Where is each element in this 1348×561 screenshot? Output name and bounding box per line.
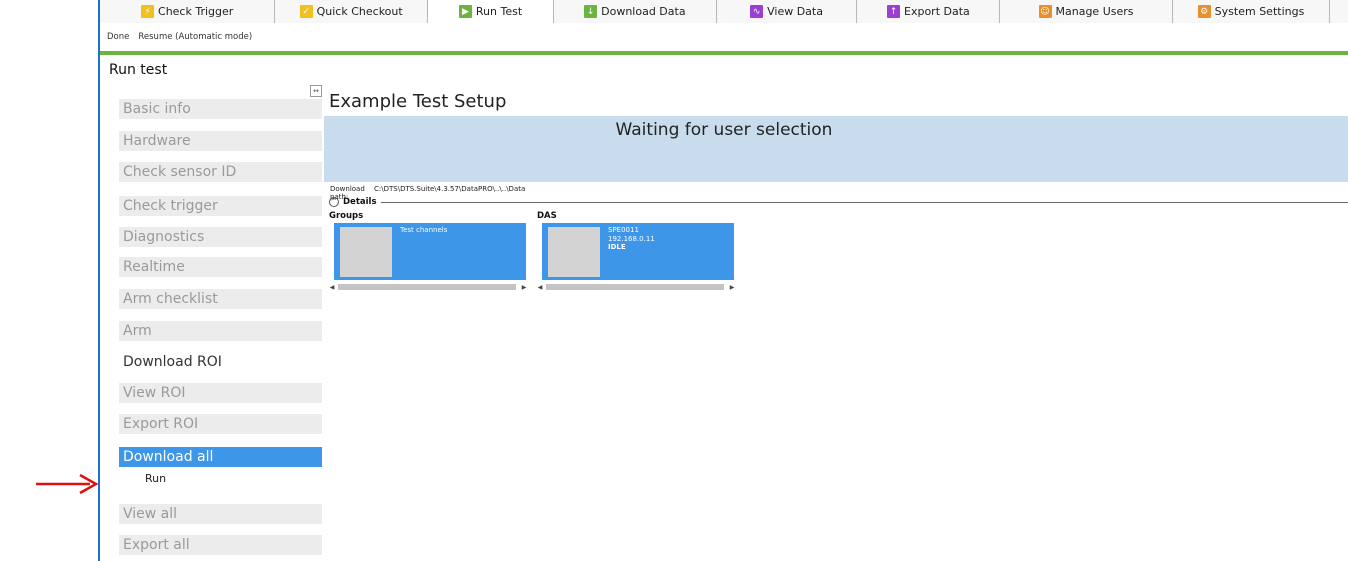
step-hardware[interactable]: Hardware xyxy=(119,131,322,151)
command-strip: Done Resume (Automatic mode) xyxy=(100,23,1348,51)
status-message: Waiting for user selection xyxy=(615,120,833,140)
scroll-track xyxy=(336,283,520,291)
annotation-arrow-icon xyxy=(36,473,99,495)
step-arm-checklist[interactable]: Arm checklist xyxy=(119,289,322,309)
checkout-icon: ✓ xyxy=(299,5,313,18)
settings-icon: ⚙ xyxy=(1197,5,1211,18)
step-realtime[interactable]: Realtime xyxy=(119,257,322,277)
tab-check-trigger[interactable]: ⚡ Check Trigger xyxy=(100,0,276,23)
group-card[interactable]: Test channels xyxy=(334,223,526,280)
scroll-left-icon[interactable]: ◀ xyxy=(328,284,336,291)
app-window: ⚡ Check Trigger ✓ Quick Checkout ▶ Run T… xyxy=(98,0,1348,561)
tab-run-test[interactable]: ▶ Run Test xyxy=(428,0,555,23)
tab-label: Run Test xyxy=(475,5,523,18)
collapse-details-icon[interactable]: ^ xyxy=(329,197,339,207)
tab-overflow[interactable] xyxy=(1330,0,1348,23)
das-serial: SPE0011 xyxy=(608,226,639,234)
download-icon: ↓ xyxy=(584,5,598,18)
group-name: Test channels xyxy=(400,226,448,234)
test-setup-title: Example Test Setup xyxy=(329,91,507,112)
step-download-all[interactable]: Download all xyxy=(119,447,322,467)
tab-view-data[interactable]: ∿ View Data xyxy=(716,0,858,23)
tab-manage-users[interactable]: ☺ Manage Users xyxy=(1000,0,1173,23)
step-download-roi[interactable]: Download ROI xyxy=(119,352,322,372)
users-icon: ☺ xyxy=(1038,5,1052,18)
das-status: IDLE xyxy=(608,243,626,251)
resume-button[interactable]: Resume (Automatic mode) xyxy=(138,32,252,42)
page-title: Run test xyxy=(109,62,168,78)
scroll-right-icon[interactable]: ▶ xyxy=(728,284,736,291)
status-panel: Waiting for user selection xyxy=(324,116,1348,182)
details-header: ^ Details xyxy=(329,196,377,208)
tab-label: Quick Checkout xyxy=(316,5,403,18)
tab-label: Check Trigger xyxy=(158,5,234,18)
tab-label: System Settings xyxy=(1214,5,1305,18)
download-path-value: C:\DTS\DTS.Suite\4.3.57\DataPRO\..\..\Da… xyxy=(374,185,526,193)
done-button[interactable]: Done xyxy=(107,32,129,42)
collapse-panel-button[interactable]: ↔ xyxy=(310,85,322,97)
step-view-roi[interactable]: View ROI xyxy=(119,383,322,403)
tab-quick-checkout[interactable]: ✓ Quick Checkout xyxy=(275,0,428,23)
run-test-icon: ▶ xyxy=(458,5,472,18)
tab-bar: ⚡ Check Trigger ✓ Quick Checkout ▶ Run T… xyxy=(100,0,1348,23)
groups-scrollbar[interactable]: ◀ ▶ xyxy=(328,283,528,291)
trigger-icon: ⚡ xyxy=(141,5,155,18)
tab-export-data[interactable]: ↑ Export Data xyxy=(857,0,1001,23)
groups-label: Groups xyxy=(329,211,364,221)
step-arm[interactable]: Arm xyxy=(119,321,322,341)
details-label: Details xyxy=(343,197,377,207)
step-diagnostics[interactable]: Diagnostics xyxy=(119,227,322,247)
tab-system-settings[interactable]: ⚙ System Settings xyxy=(1172,0,1331,23)
chart-icon: ∿ xyxy=(750,5,764,18)
step-view-all[interactable]: View all xyxy=(119,504,322,524)
step-export-all[interactable]: Export all xyxy=(119,535,322,555)
step-export-roi[interactable]: Export ROI xyxy=(119,414,322,434)
scroll-thumb[interactable] xyxy=(338,284,516,290)
scroll-thumb[interactable] xyxy=(546,284,724,290)
tab-label: Export Data xyxy=(904,5,970,18)
step-check-sensor-id[interactable]: Check sensor ID xyxy=(119,162,322,182)
step-check-trigger[interactable]: Check trigger xyxy=(119,196,322,216)
das-ip-address: 192.168.0.11 xyxy=(608,234,655,243)
substep-run[interactable]: Run xyxy=(145,472,166,485)
details-divider xyxy=(381,202,1348,203)
scroll-track xyxy=(544,283,728,291)
das-label: DAS xyxy=(537,211,557,221)
accent-bar xyxy=(100,51,1348,55)
tab-label: View Data xyxy=(767,5,823,18)
tab-label: Download Data xyxy=(601,5,686,18)
export-icon: ↑ xyxy=(887,5,900,18)
das-thumbnail xyxy=(548,227,600,277)
das-scrollbar[interactable]: ◀ ▶ xyxy=(536,283,736,291)
tab-download-data[interactable]: ↓ Download Data xyxy=(554,0,717,23)
screenshot-stage: ⚡ Check Trigger ✓ Quick Checkout ▶ Run T… xyxy=(0,0,1348,561)
scroll-left-icon[interactable]: ◀ xyxy=(536,284,544,291)
group-thumbnail xyxy=(340,227,392,277)
tab-label: Manage Users xyxy=(1055,5,1134,18)
step-basic-info[interactable]: Basic info xyxy=(119,99,322,119)
das-card[interactable]: SPE0011 192.168.0.11 IDLE xyxy=(542,223,734,280)
scroll-right-icon[interactable]: ▶ xyxy=(520,284,528,291)
